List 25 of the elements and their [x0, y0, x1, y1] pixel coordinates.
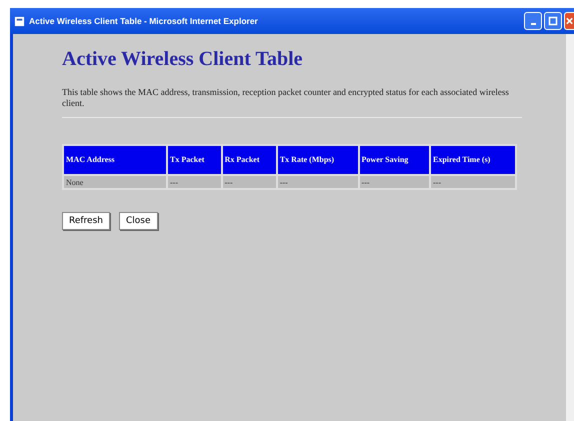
table-cell: ---	[168, 176, 221, 188]
column-header: Power Saving	[360, 146, 429, 174]
column-header: Tx Packet	[168, 146, 221, 174]
minimize-icon	[530, 22, 536, 24]
description-text: This table shows the MAC address, transmission, reception packet counter and encrypted status for each associated wireless client.	[62, 87, 510, 109]
close-icon	[565, 16, 574, 26]
close-button[interactable]	[564, 12, 574, 30]
window-title: Active Wireless Client Table - Microsoft Internet Explorer	[29, 16, 259, 26]
table-cell: ---	[222, 176, 276, 188]
form-button[interactable]: Close	[119, 212, 158, 230]
table-cell: None	[64, 176, 166, 188]
maximize-button[interactable]	[544, 12, 562, 30]
maximize-icon	[548, 16, 558, 26]
table-cell: ---	[431, 176, 515, 188]
minimize-button[interactable]	[524, 12, 542, 30]
column-header: Rx Packet	[222, 146, 276, 174]
column-header: MAC Address	[64, 146, 166, 174]
table-cell: ---	[278, 176, 358, 188]
column-header: Expired Time (s)	[431, 146, 515, 174]
scrollbar[interactable]	[566, 34, 574, 421]
table-cell: ---	[360, 176, 429, 188]
form-button[interactable]: Refresh	[62, 212, 110, 230]
page-heading: Active Wireless Client Table	[62, 48, 304, 71]
column-header: Tx Rate (Mbps)	[278, 146, 358, 174]
page-icon	[14, 16, 25, 26]
